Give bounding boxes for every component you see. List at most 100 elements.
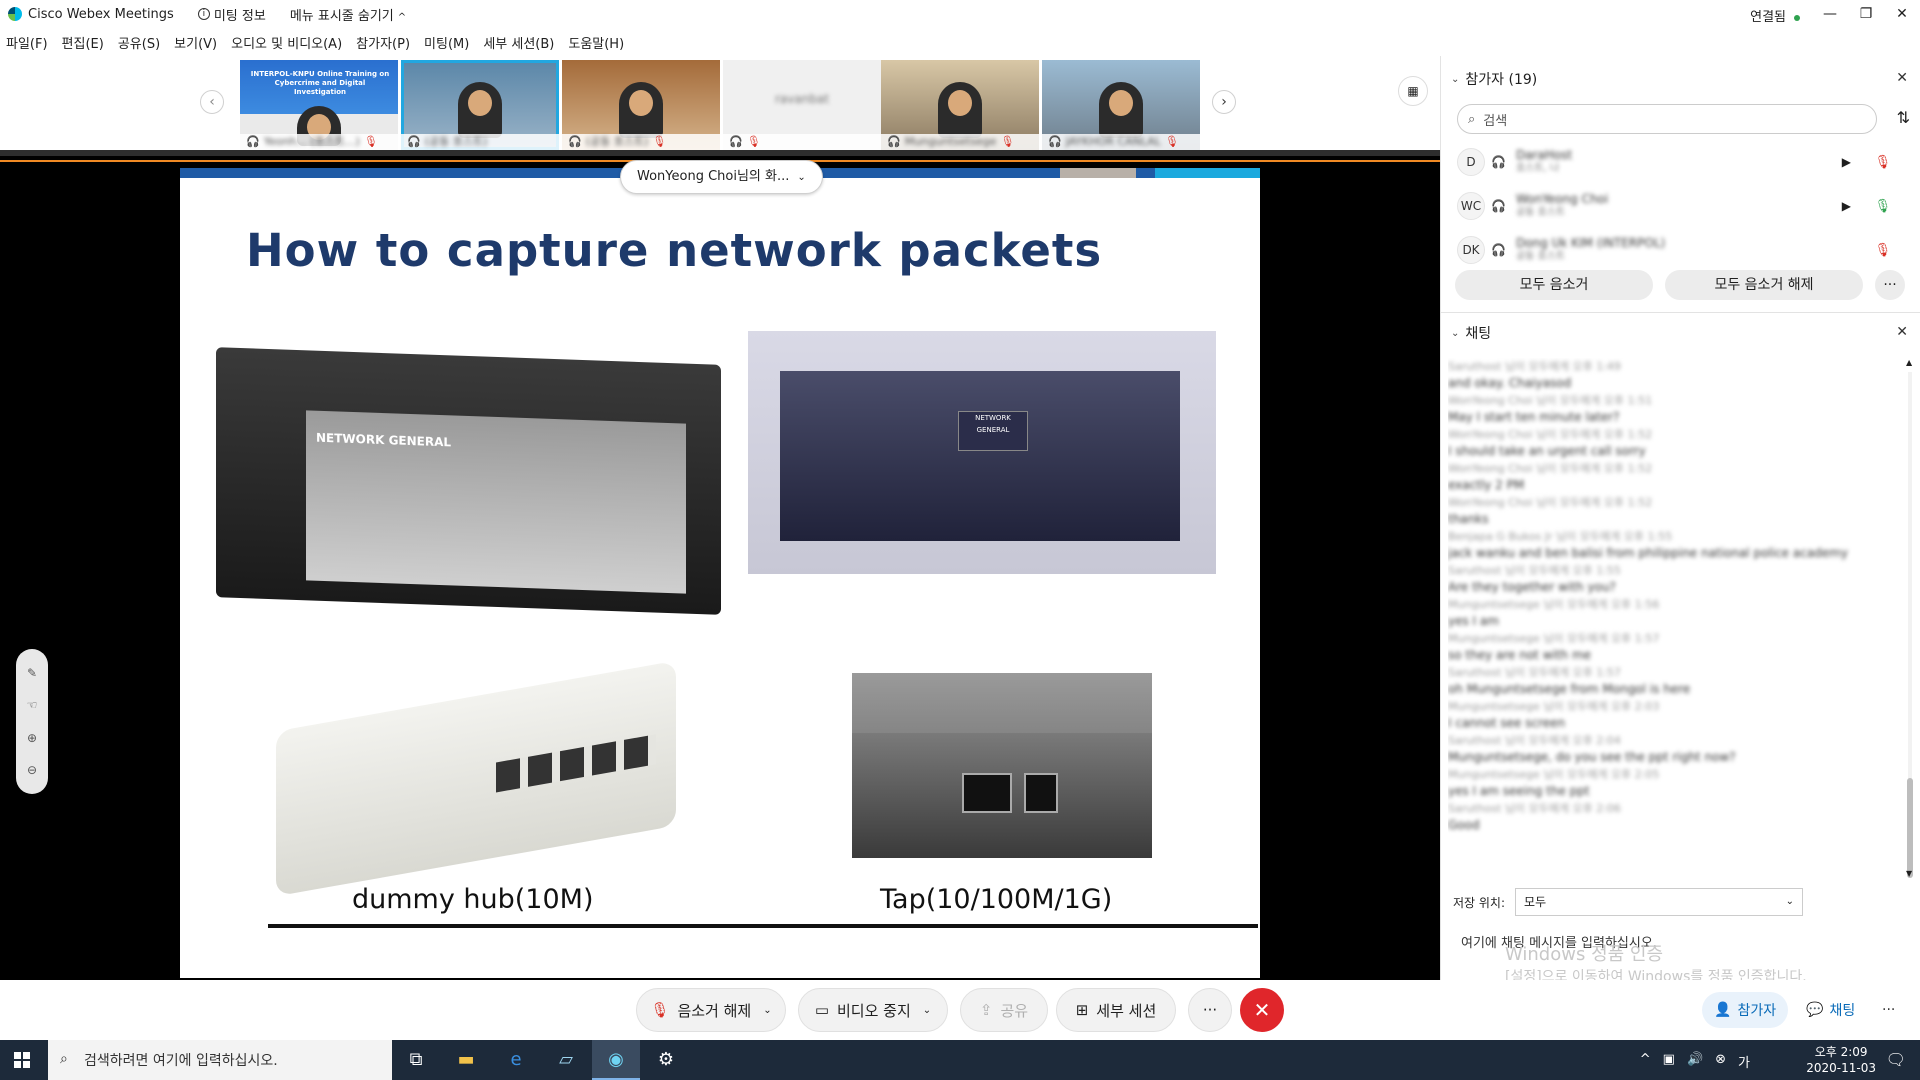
participant-row[interactable]: WC 🎧 WonYeong Choi 공동 호스트 ▶ 🎙 — [1441, 186, 1911, 226]
volume-icon[interactable]: 🔊 — [1687, 1052, 1703, 1071]
participant-search-input[interactable]: ⌕ 검색 — [1457, 104, 1877, 134]
internet-explorer-icon[interactable]: e — [492, 1040, 540, 1080]
close-chat-button[interactable]: ✕ — [1896, 324, 1908, 340]
remote-control-icon[interactable]: ☜ — [27, 698, 38, 712]
chat-message-meta: Munguntsetsege 님이 모두에게 오후 2:05 — [1448, 768, 1660, 781]
strip-next-button[interactable]: › — [1212, 90, 1236, 114]
video-thumbnail[interactable]: ravanbat 🎧 🎙 — [723, 60, 881, 150]
participant-name-text: WonYeong Choi — [1515, 192, 1609, 206]
chat-header[interactable]: ⌄ 채팅 — [1451, 320, 1491, 346]
video-thumbnail[interactable]: INTERPOL-KNPU Online Training on Cybercr… — [240, 60, 398, 150]
video-thumbnail[interactable]: 🎧 JAYKHOR CANLAL 🎙 — [1042, 60, 1200, 150]
share-button[interactable]: ⇪ 공유 — [960, 988, 1048, 1032]
zoom-out-icon[interactable]: ⊖ — [27, 763, 37, 777]
menu-edit[interactable]: 편집(E) — [62, 33, 104, 52]
mic-muted-icon[interactable]: 🎙 — [1874, 155, 1891, 170]
menu-breakout[interactable]: 세부 세션(B) — [483, 33, 554, 52]
webex-tray-icon[interactable]: ⊗ — [1715, 1052, 1726, 1071]
mute-all-button[interactable]: 모두 음소거 — [1455, 270, 1653, 300]
file-explorer-icon[interactable]: ▬ — [442, 1040, 490, 1080]
chat-scrollbar[interactable]: ▲ ▼ — [1906, 358, 1914, 878]
scroll-up-icon[interactable]: ▲ — [1906, 358, 1912, 367]
unmute-all-button[interactable]: 모두 음소거 해제 — [1665, 270, 1863, 300]
strip-prev-button[interactable]: ‹ — [200, 90, 224, 114]
webex-taskbar-icon[interactable]: ◉ — [592, 1040, 640, 1080]
chat-message-meta: Saruthost 님이 모두에게 오후 1:49 — [1448, 360, 1621, 373]
video-thumbnail[interactable]: 🎧 (공동 호스트) 🎙 — [562, 60, 720, 150]
breakout-session-button[interactable]: ⊞ 세부 세션 — [1056, 988, 1176, 1032]
unmute-button[interactable]: 🎙 음소거 해제 ⌄ — [636, 988, 786, 1032]
save-location-select[interactable]: 모두 ⌄ — [1515, 888, 1804, 916]
stop-video-label: 비디오 중지 — [837, 1001, 911, 1020]
chevron-down-icon[interactable]: ⌄ — [763, 1005, 771, 1016]
chat-message-text: Good — [1448, 818, 1480, 832]
more-options-button[interactable]: ··· — [1188, 988, 1232, 1032]
participants-more-button[interactable]: ··· — [1875, 270, 1905, 300]
close-window-button[interactable]: ✕ — [1884, 0, 1920, 28]
headset-icon: 🎧 — [1491, 155, 1506, 169]
menu-participants[interactable]: 참가자(P) — [356, 33, 410, 52]
chevron-right-icon: › — [1221, 94, 1227, 110]
menu-audio-video[interactable]: 오디오 및 비디오(A) — [231, 33, 342, 52]
system-tray: ^ ▣ 🔊 ⊗ 가 — [1640, 1052, 1750, 1071]
participants-panel-button[interactable]: 👤 참가자 — [1702, 992, 1789, 1028]
menu-help[interactable]: 도움말(H) — [568, 33, 624, 52]
network-icon[interactable]: ▣ — [1663, 1052, 1675, 1071]
notepad-icon[interactable]: ▱ — [542, 1040, 590, 1080]
video-thumbnail[interactable]: 🎧 Munguntsetsege 🎙 — [881, 60, 1039, 150]
presenter-label: WonYeong Choi님의 화... — [637, 169, 790, 184]
chat-panel-button[interactable]: 💬 채팅 — [1794, 992, 1867, 1028]
notification-icon[interactable]: 🗨 — [1886, 1050, 1906, 1069]
close-participants-button[interactable]: ✕ — [1896, 70, 1908, 86]
chevron-down-icon[interactable]: ⌄ — [923, 1005, 931, 1016]
restore-button[interactable]: ❐ — [1848, 0, 1884, 28]
ime-icon[interactable]: 가 — [1738, 1052, 1750, 1071]
slide-bar-grey — [1060, 168, 1136, 178]
taskbar-clock[interactable]: 오후 2:09 2020-11-03 — [1806, 1044, 1876, 1076]
menu-share[interactable]: 공유(S) — [118, 33, 160, 52]
tap-sfp-port — [962, 773, 1012, 813]
video-thumbnail-active[interactable]: 🎧 (공동 호스트) — [401, 60, 559, 150]
layout-button[interactable]: ▦ — [1398, 76, 1428, 106]
tray-chevron-up-icon[interactable]: ^ — [1640, 1052, 1651, 1071]
mic-active-icon[interactable]: 🎙 — [1874, 199, 1891, 214]
thumbnail-label: 🎧 Munguntsetsege 🎙 — [881, 134, 1039, 150]
task-view-icon[interactable]: ⧉ — [392, 1040, 440, 1080]
mic-muted-icon: 🎙 — [650, 1001, 670, 1019]
menu-view[interactable]: 보기(V) — [174, 33, 217, 52]
chat-message-meta: Saruthost 님이 모두에게 오후 1:57 — [1448, 666, 1621, 679]
settings-gear-icon[interactable]: ⚙ — [642, 1040, 690, 1080]
stop-video-button[interactable]: ▭ 비디오 중지 ⌄ — [798, 988, 948, 1032]
chat-message-meta: Saruthost 님이 모두에게 오후 2:04 — [1448, 734, 1621, 747]
participants-header[interactable]: ⌄ 참가자 (19) — [1451, 66, 1537, 92]
video-camera-icon[interactable]: ▶ — [1842, 199, 1851, 213]
windows-taskbar: ⌕ 검색하려면 여기에 입력하십시오. ⧉ ▬ e ▱ ◉ ⚙ ^ ▣ 🔊 ⊗ … — [0, 1040, 1920, 1080]
presenter-dropdown[interactable]: WonYeong Choi님의 화... ⌄ — [620, 160, 823, 194]
headset-icon: 🎧 — [568, 135, 582, 148]
taskbar-search-input[interactable]: ⌕ 검색하려면 여기에 입력하십시오. — [48, 1040, 392, 1080]
annotate-pen-icon[interactable]: ✎ — [27, 666, 37, 680]
zoom-in-icon[interactable]: ⊕ — [27, 731, 37, 745]
scroll-down-icon[interactable]: ▼ — [1906, 869, 1912, 878]
mic-muted-icon[interactable]: 🎙 — [1874, 243, 1891, 258]
scroll-thumb[interactable] — [1907, 778, 1913, 878]
video-camera-icon[interactable]: ▶ — [1842, 155, 1851, 169]
caption-dummy-hub: dummy hub(10M) — [352, 884, 594, 915]
sort-icon[interactable]: ⇅ — [1897, 108, 1910, 127]
participants-title: 참가자 (19) — [1465, 72, 1538, 88]
windows-start-icon[interactable] — [14, 1052, 30, 1068]
headset-icon: 🎧 — [407, 135, 421, 148]
participant-row[interactable]: DK 🎧 Dong Uk KIM (INTERPOL) 공동 호스트 🎙 — [1441, 230, 1911, 270]
chat-button-label: 채팅 — [1829, 1003, 1856, 1019]
watermark-title: Windows 정품 인증 — [1505, 944, 1664, 965]
minimize-button[interactable]: — — [1812, 0, 1848, 28]
menu-meeting[interactable]: 미팅(M) — [424, 33, 469, 52]
end-meeting-button[interactable]: ✕ — [1240, 988, 1284, 1032]
chat-message-text: Munguntsetsege, do you see the ppt right… — [1448, 750, 1736, 764]
chat-message-meta: WonYeong Choi 님이 모두에게 오후 1:52 — [1448, 428, 1653, 441]
menu-file[interactable]: 파일(F) — [6, 33, 48, 52]
participant-row[interactable]: D 🎧 DaraHost 호스트, 나 ▶ 🎙 — [1441, 142, 1911, 182]
meeting-info-button[interactable]: i 미팅 정보 — [197, 5, 266, 24]
hide-menu-button[interactable]: 메뉴 표시줄 숨기기 ^ — [290, 5, 406, 24]
panel-more-button[interactable]: ··· — [1870, 992, 1907, 1028]
